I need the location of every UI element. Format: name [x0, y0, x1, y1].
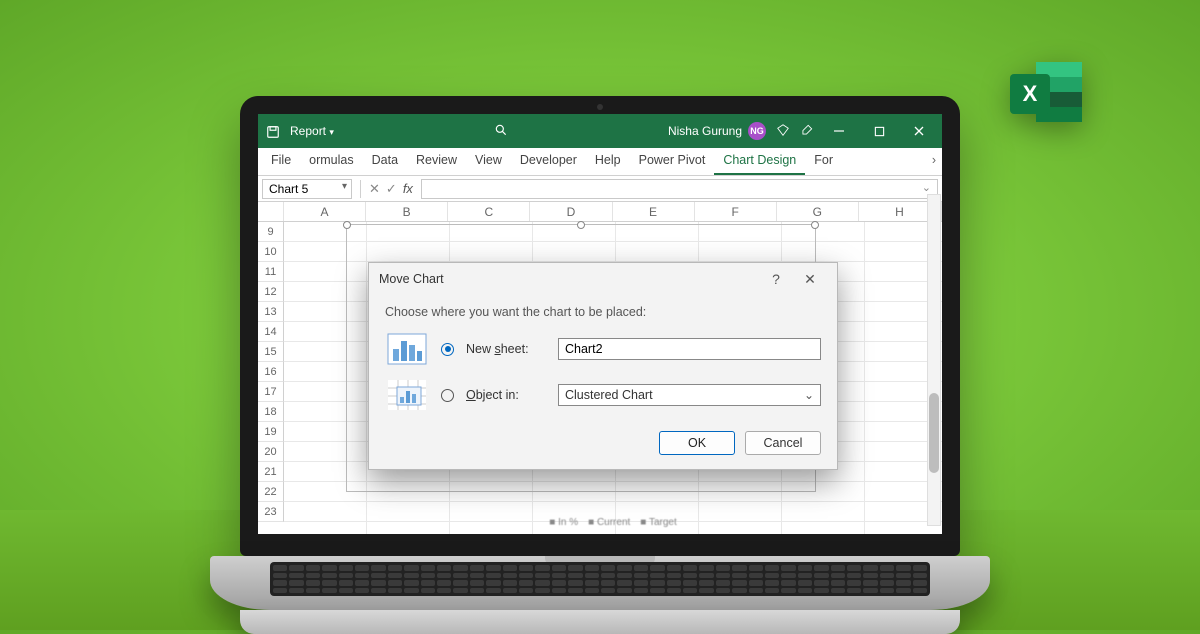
row-header[interactable]: 14 — [258, 322, 284, 342]
tab-help[interactable]: Help — [586, 148, 630, 175]
tab-file[interactable]: File — [262, 148, 300, 175]
column-header[interactable]: B — [366, 202, 448, 221]
help-icon[interactable]: ? — [759, 271, 793, 287]
row-header[interactable]: 10 — [258, 242, 284, 262]
tab-developer[interactable]: Developer — [511, 148, 586, 175]
document-name[interactable]: Report ▾ — [290, 124, 334, 138]
formula-bar-row: Chart 5 ✕ ✓ fx — [258, 176, 942, 202]
ok-button[interactable]: OK — [659, 431, 735, 455]
row-header[interactable]: 12 — [258, 282, 284, 302]
cancel-formula-icon[interactable]: ✕ — [369, 181, 380, 197]
row-header[interactable]: 15 — [258, 342, 284, 362]
column-header[interactable]: C — [448, 202, 530, 221]
scrollbar-thumb[interactable] — [929, 393, 939, 473]
row-header[interactable]: 9 — [258, 222, 284, 242]
embedded-chart-icon — [385, 377, 429, 413]
ribbon-tabs: FileormulasDataReviewViewDeveloperHelpPo… — [258, 148, 942, 176]
diamond-icon[interactable] — [776, 123, 790, 140]
row-header[interactable]: 20 — [258, 442, 284, 462]
avatar: NG — [748, 122, 766, 140]
brush-icon[interactable] — [800, 123, 814, 140]
screen-bezel: Report ▾ Nisha Gurung NG — [240, 96, 960, 556]
dialog-title: Move Chart — [379, 272, 759, 286]
new-sheet-name-input[interactable] — [558, 338, 821, 360]
select-all-corner[interactable] — [258, 202, 284, 221]
keyboard — [210, 556, 990, 610]
minimize-button[interactable] — [824, 114, 854, 148]
column-header[interactable]: D — [530, 202, 612, 221]
excel-logo: X — [1010, 58, 1082, 130]
title-bar: Report ▾ Nisha Gurung NG — [258, 114, 942, 148]
row-header[interactable]: 23 — [258, 502, 284, 522]
label-new-sheet: New sheet: — [466, 342, 546, 356]
laptop-base — [240, 610, 960, 634]
row-header[interactable]: 17 — [258, 382, 284, 402]
row-header[interactable]: 16 — [258, 362, 284, 382]
radio-object-in[interactable] — [441, 389, 454, 402]
excel-window: Report ▾ Nisha Gurung NG — [258, 114, 942, 534]
row-header[interactable]: 21 — [258, 462, 284, 482]
close-button[interactable] — [904, 114, 934, 148]
radio-new-sheet[interactable] — [441, 343, 454, 356]
row-header[interactable]: 13 — [258, 302, 284, 322]
accept-formula-icon[interactable]: ✓ — [386, 181, 397, 197]
tab-data[interactable]: Data — [363, 148, 407, 175]
object-in-select[interactable]: Clustered Chart — [558, 384, 821, 406]
move-chart-dialog: Move Chart ? ✕ Choose where you want the… — [368, 262, 838, 470]
ribbon-scroll-right[interactable]: › — [928, 148, 940, 175]
name-box[interactable]: Chart 5 — [262, 179, 352, 199]
autosave-toggle[interactable] — [266, 124, 280, 139]
search-icon[interactable] — [494, 123, 508, 140]
tab-for[interactable]: For — [805, 148, 842, 175]
row-header[interactable]: 22 — [258, 482, 284, 502]
column-header[interactable]: G — [777, 202, 859, 221]
row-header[interactable]: 11 — [258, 262, 284, 282]
chart-sheet-icon — [385, 331, 429, 367]
column-headers: ABCDEFGH — [258, 202, 942, 222]
laptop: Report ▾ Nisha Gurung NG — [240, 96, 960, 634]
chart-legend: In %CurrentTarget — [549, 517, 676, 528]
dialog-close-icon[interactable]: ✕ — [793, 271, 827, 288]
webcam — [597, 104, 603, 110]
option-object-in: Object in: Clustered Chart — [385, 377, 821, 413]
tab-view[interactable]: View — [466, 148, 511, 175]
tab-ormulas[interactable]: ormulas — [300, 148, 362, 175]
formula-bar[interactable] — [421, 179, 938, 199]
row-header[interactable]: 19 — [258, 422, 284, 442]
cancel-button[interactable]: Cancel — [745, 431, 821, 455]
column-header[interactable]: F — [695, 202, 777, 221]
row-header[interactable]: 18 — [258, 402, 284, 422]
tab-power-pivot[interactable]: Power Pivot — [630, 148, 715, 175]
account-name[interactable]: Nisha Gurung NG — [668, 122, 766, 140]
dialog-prompt: Choose where you want the chart to be pl… — [385, 305, 821, 319]
maximize-button[interactable] — [864, 114, 894, 148]
option-new-sheet: New sheet: — [385, 331, 821, 367]
row-headers: 91011121314151617181920212223 — [258, 222, 284, 534]
label-object-in: Object in: — [466, 388, 546, 402]
tab-chart-design[interactable]: Chart Design — [714, 148, 805, 175]
column-header[interactable]: A — [284, 202, 366, 221]
vertical-scrollbar[interactable] — [927, 194, 941, 526]
dialog-titlebar[interactable]: Move Chart ? ✕ — [369, 263, 837, 295]
insert-function-icon[interactable]: fx — [403, 181, 413, 197]
column-header[interactable]: E — [613, 202, 695, 221]
chevron-down-icon: ▾ — [329, 127, 334, 137]
tab-review[interactable]: Review — [407, 148, 466, 175]
